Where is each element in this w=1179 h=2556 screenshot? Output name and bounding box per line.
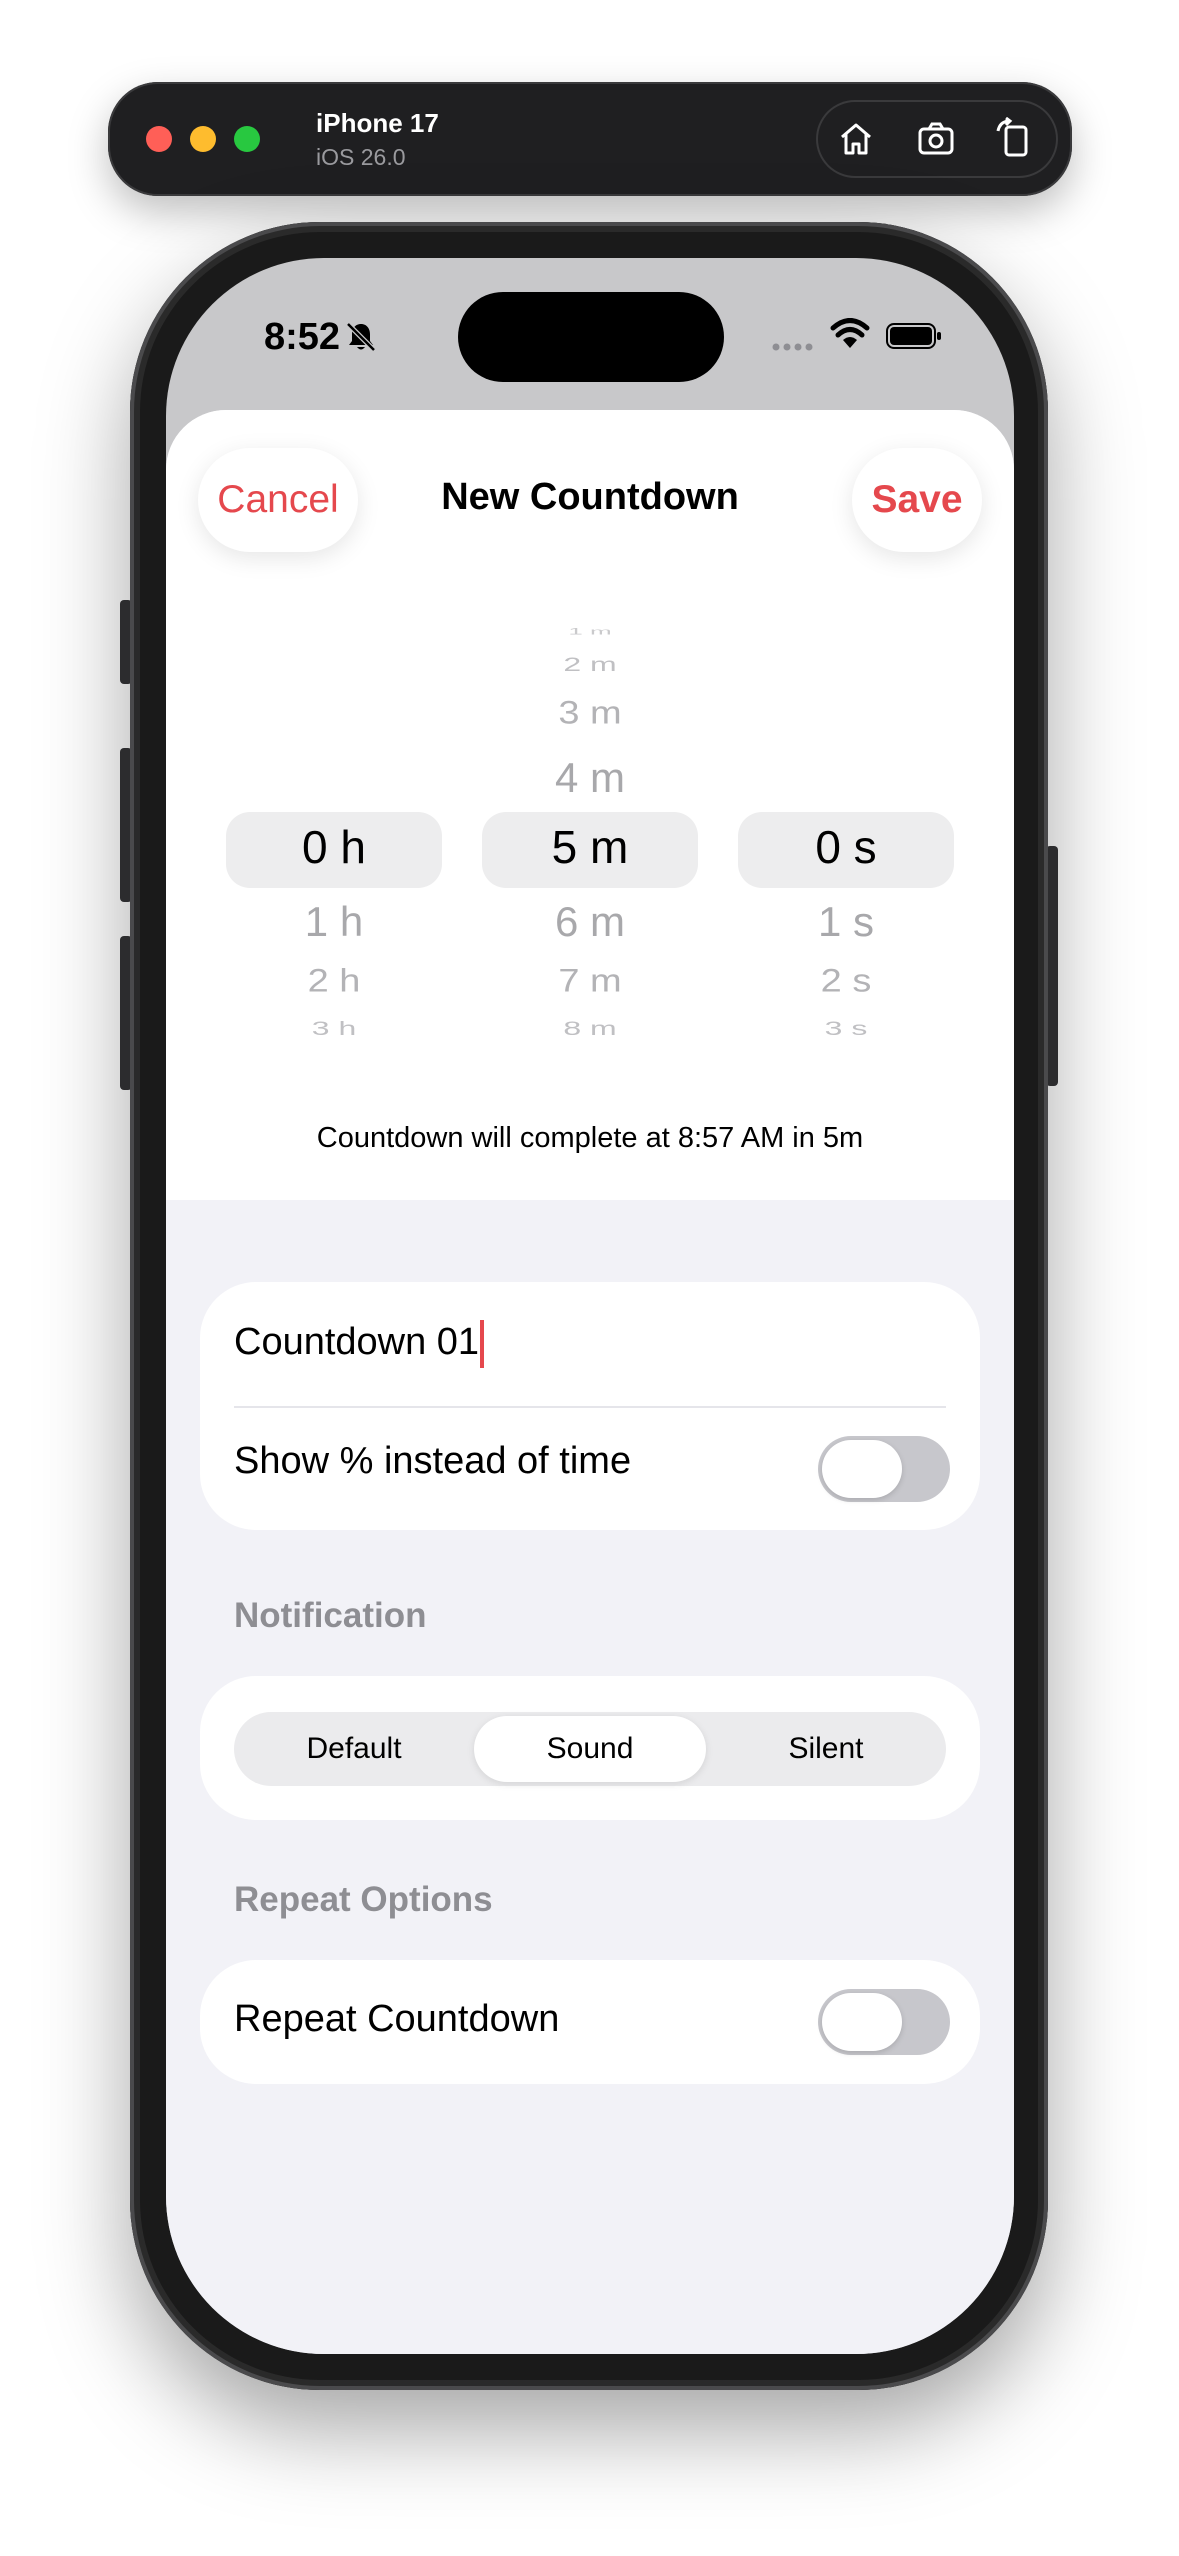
close-window-button[interactable] (146, 126, 172, 152)
minutes-picker[interactable]: 1 m 2 m 3 m 4 m 5 m 6 m 7 m 8 m 9 m (482, 616, 698, 1036)
minutes-option[interactable]: 2 m (482, 653, 698, 675)
minutes-option[interactable]: 4 m (482, 754, 698, 802)
minutes-option[interactable]: 1 m (482, 626, 698, 637)
name-card: Countdown 01 Show % instead of time (200, 1282, 980, 1530)
minutes-option[interactable]: 7 m (482, 963, 698, 1000)
zoom-window-button[interactable] (234, 126, 260, 152)
new-countdown-sheet: Cancel New Countdown Save 0 h 1 h 2 h 3 … (166, 410, 1014, 2354)
minutes-option[interactable]: 8 m (482, 1017, 698, 1036)
repeat-countdown-label: Repeat Countdown (234, 1998, 560, 2040)
simulator-actions (816, 100, 1058, 178)
divider (234, 1406, 946, 1408)
show-percent-label: Show % instead of time (234, 1440, 632, 1482)
seconds-option[interactable]: 3 s (738, 1017, 954, 1036)
screenshot-icon[interactable] (914, 117, 958, 161)
hours-option[interactable]: 2 h (226, 963, 442, 1000)
seconds-option[interactable]: 2 s (738, 963, 954, 1000)
notification-option-silent[interactable]: Silent (710, 1716, 942, 1782)
seconds-selected: 0 s (815, 821, 877, 873)
rotate-icon[interactable] (992, 116, 1036, 161)
os-version: iOS 26.0 (316, 144, 406, 170)
notification-option-sound[interactable]: Sound (474, 1716, 706, 1782)
bell-slash-icon (346, 322, 376, 352)
toggle-knob (822, 1993, 902, 2051)
countdown-name-value: Countdown 01 (234, 1321, 480, 1364)
notification-segmented-control[interactable]: Default Sound Silent (234, 1712, 946, 1786)
show-percent-toggle[interactable] (818, 1436, 950, 1502)
text-caret (480, 1320, 485, 1368)
minutes-option[interactable]: 3 m (482, 695, 698, 732)
wifi-icon (830, 318, 870, 348)
hours-option[interactable]: 3 h (226, 1017, 442, 1036)
notification-card: Default Sound Silent (200, 1676, 980, 1820)
minutes-selected: 5 m (551, 821, 629, 873)
minutes-option[interactable]: 6 m (482, 898, 698, 946)
hours-selected: 0 h (302, 821, 366, 873)
seconds-option[interactable]: 1 s (738, 898, 954, 946)
repeat-countdown-toggle[interactable] (818, 1989, 950, 2055)
save-button[interactable]: Save (852, 448, 982, 552)
hours-picker[interactable]: 0 h 1 h 2 h 3 h 4 h (226, 616, 442, 1036)
notification-option-default[interactable]: Default (238, 1716, 470, 1782)
home-icon[interactable] (834, 117, 878, 161)
device-name: iPhone 17 (316, 108, 439, 138)
repeat-card: Repeat Countdown (200, 1960, 980, 2084)
status-time: 8:52 (264, 316, 341, 358)
signal-icon (772, 343, 813, 351)
hours-option[interactable]: 1 h (226, 898, 442, 946)
simulator-toolbar: iPhone 17 iOS 26.0 (108, 82, 1072, 196)
countdown-name-field[interactable]: Countdown 01 (234, 1320, 485, 1368)
notification-section-header: Notification (234, 1596, 427, 1635)
toggle-knob (822, 1440, 902, 1498)
phone-screen: 8:52 Cancel New Countdown Save 0 h 1 h 2… (166, 258, 1014, 2354)
dynamic-island (458, 292, 724, 382)
repeat-section-header: Repeat Options (234, 1880, 493, 1919)
completion-summary: Countdown will complete at 8:57 AM in 5m (316, 1122, 864, 1154)
battery-icon (886, 323, 941, 349)
minimize-window-button[interactable] (190, 126, 216, 152)
seconds-picker[interactable]: 0 s 1 s 2 s 3 s 4 s (738, 616, 954, 1036)
